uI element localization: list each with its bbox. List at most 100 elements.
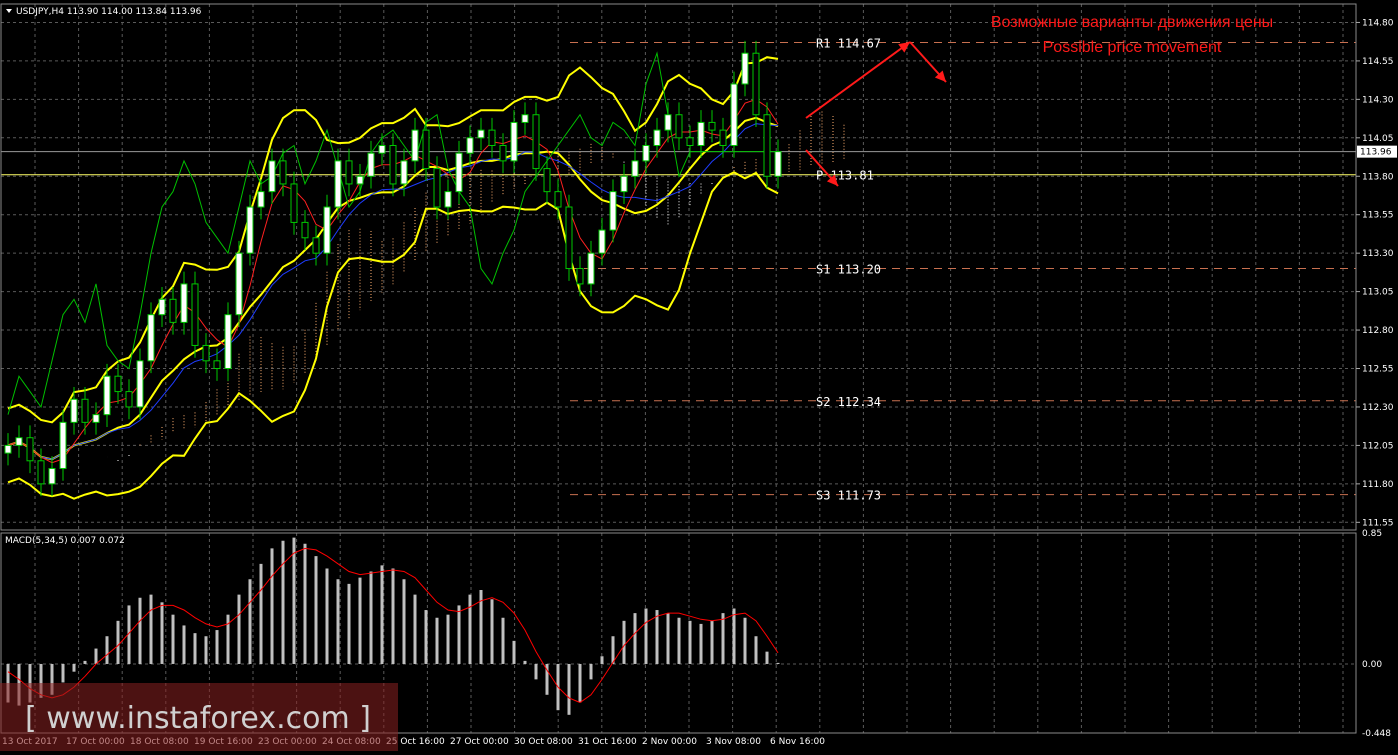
x-tick-label: 2 Nov 00:00 — [642, 737, 697, 747]
y-tick-label: 113.80 — [1362, 172, 1394, 182]
candle-body — [213, 360, 221, 370]
candle-body — [631, 160, 639, 177]
candle-body — [70, 398, 78, 423]
candle-body — [103, 375, 111, 416]
y-tick-label: 113.05 — [1362, 288, 1394, 298]
candle-body — [411, 129, 419, 162]
candle-body — [246, 206, 254, 254]
candle-body — [81, 398, 89, 423]
y-tick-label: 111.80 — [1362, 480, 1394, 490]
candle-body — [290, 183, 298, 223]
chart-canvas: R1 114.67P 113.81S1 113.20S2 112.34S3 11… — [0, 0, 1398, 751]
candle-body — [59, 421, 67, 469]
macd-y-tick-label: -0.448 — [1362, 729, 1391, 739]
y-tick-label: 113.55 — [1362, 211, 1394, 221]
candle-body — [543, 168, 551, 193]
candle-body — [686, 137, 694, 146]
candle-body — [477, 129, 485, 139]
candle-body — [268, 160, 276, 193]
candle-body — [741, 52, 749, 85]
candle-body — [664, 114, 672, 131]
candle-body — [26, 437, 34, 462]
y-tick-label: 114.80 — [1362, 18, 1394, 28]
candle-body — [235, 252, 243, 316]
pivot-level-label: S3 111.73 — [816, 489, 881, 503]
candle-body — [37, 460, 45, 485]
candle-body — [554, 191, 562, 208]
usdjpy-h4-chart: R1 114.67 P 113.81 S1 113.20 S2 112.34 S3 11… — [0, 0, 1398, 751]
candle-body — [224, 314, 232, 370]
candle-body — [389, 144, 397, 185]
y-tick-label: 114.30 — [1362, 95, 1394, 105]
x-tick-label: 30 Oct 08:00 — [514, 737, 573, 747]
candle-body — [455, 152, 463, 193]
candle-body — [279, 160, 287, 185]
candle-body — [191, 283, 199, 346]
candle-body — [719, 129, 727, 146]
candle-body — [422, 129, 430, 170]
candle-body — [356, 175, 364, 185]
candle-body — [169, 298, 177, 323]
candle-body — [125, 391, 133, 408]
candle-body — [763, 114, 771, 177]
x-tick-label: 27 Oct 00:00 — [450, 737, 509, 747]
price-tag-label: 113.96 — [1360, 148, 1392, 158]
y-tick-label: 111.55 — [1362, 518, 1394, 528]
symbol-header: USDJPY,H4 113.90 114.00 113.84 113.96 — [16, 7, 202, 17]
x-tick-label: 31 Oct 16:00 — [578, 737, 637, 747]
pivot-level-label: S1 113.20 — [816, 263, 881, 277]
pivot-level-label: S2 112.34 — [816, 395, 881, 409]
candle-body — [730, 83, 738, 146]
watermark-text: [ www.instaforex.com ] — [25, 701, 371, 736]
candle-body — [697, 121, 705, 146]
candle-body — [147, 314, 155, 362]
candle-body — [158, 298, 166, 316]
candle-body — [532, 114, 540, 170]
y-tick-label: 112.30 — [1362, 403, 1394, 413]
candle-body — [257, 191, 265, 208]
candle-body — [345, 160, 353, 185]
y-tick-label: 112.05 — [1362, 441, 1394, 451]
candle-body — [565, 206, 573, 270]
annotation-ru: Возможные варианты движения цены — [991, 14, 1273, 31]
candle-body — [444, 191, 452, 208]
candle-body — [521, 114, 529, 123]
candle-body — [202, 344, 210, 362]
candle-body — [708, 121, 716, 131]
x-tick-label: 3 Nov 08:00 — [706, 737, 761, 747]
candle-body — [48, 467, 56, 485]
candle-body — [752, 52, 760, 116]
y-tick-label: 114.55 — [1362, 57, 1394, 67]
candle-body — [334, 160, 342, 208]
candle-body — [15, 437, 23, 446]
candle-body — [620, 175, 628, 193]
candle-body — [675, 114, 683, 139]
candle-body — [488, 129, 496, 146]
candle-body — [378, 144, 386, 154]
candle-body — [312, 237, 320, 254]
candle-body — [92, 414, 100, 423]
annotation-en: Possible price movement — [1043, 39, 1222, 56]
candle-body — [576, 268, 584, 285]
candle-body — [114, 375, 122, 393]
candle-body — [301, 221, 309, 239]
candle-body — [653, 129, 661, 146]
candle-body — [323, 206, 331, 254]
macd-y-tick-label: 0.00 — [1362, 660, 1382, 670]
y-tick-label: 112.80 — [1362, 326, 1394, 336]
macd-header: MACD(5,34,5) 0.007 0.072 — [5, 536, 125, 546]
candle-body — [466, 137, 474, 154]
candle-body — [4, 444, 12, 454]
candle-body — [180, 283, 188, 323]
candle-body — [587, 252, 595, 285]
candle-body — [367, 152, 375, 177]
candle-body — [499, 144, 507, 162]
pivot-level-label: R1 114.67 — [816, 36, 881, 50]
candle-body — [642, 144, 650, 162]
candle-body — [400, 160, 408, 185]
y-tick-label: 113.30 — [1362, 249, 1394, 259]
x-tick-label: 6 Nov 16:00 — [770, 737, 825, 747]
y-tick-label: 112.55 — [1362, 365, 1394, 375]
candle-body — [774, 151, 782, 177]
candle-body — [433, 168, 441, 208]
